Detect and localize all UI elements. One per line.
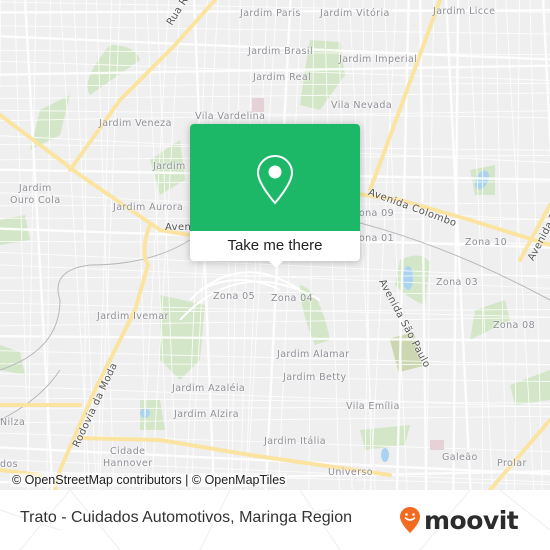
footer-bar: Trato - Cuidados Automotivos, Maringa Re…	[0, 490, 550, 550]
map-label-jardim-vitoria: Jardim Vitória	[320, 8, 390, 19]
map-label-jardim-real: Jardim Real	[253, 72, 312, 83]
map-label-jardim-azaleia: Jardim Azaléia	[172, 383, 246, 394]
map-label-nilza: Nilza	[0, 417, 26, 428]
map-label-cidade-hannover: Cidade Hannover	[103, 446, 153, 469]
map-label-zona-08: Zona 08	[493, 320, 536, 331]
map-label-jardim-betty: Jardim Betty	[283, 372, 347, 383]
map-label-dos: dos	[0, 459, 18, 470]
location-popup[interactable]: Take me there	[190, 124, 360, 268]
road-label-avenida-partial: Aven	[165, 222, 192, 233]
map-label-vila-vardelina: Vila Vardelina	[195, 111, 266, 122]
place-title: Trato - Cuidados Automotivos, Maringa Re…	[20, 509, 353, 526]
map-label-universo: Universo	[328, 467, 373, 478]
map-label-jardim-veneza: Jardim Veneza	[99, 118, 172, 129]
map-label-jardim: Jardim	[153, 161, 186, 172]
map-attribution[interactable]: © OpenStreetMap contributors | © OpenMap…	[10, 473, 288, 487]
map-label-prolar: Prolar	[497, 458, 527, 469]
map-label-jardim-imperial: Jardim Imperial	[339, 54, 418, 65]
take-me-there-button[interactable]: Take me there	[190, 231, 360, 261]
map-label-jardim-paris: Jardim Paris	[240, 8, 301, 19]
popup-pointer	[268, 260, 284, 268]
map-pin-icon	[256, 154, 294, 205]
moovit-logo[interactable]: moovit	[399, 505, 519, 535]
map-label-vila-nevada: Vila Nevada	[331, 100, 393, 111]
map-label-zona-03: Zona 03	[436, 277, 479, 288]
map-label-zona-04: Zona 04	[271, 293, 314, 304]
map-label-jardim-ivemar: Jardim Ivemar	[97, 311, 169, 322]
map-canvas[interactable]: Jardim Paris Jardim Vitória Jardim Licce…	[0, 0, 550, 490]
map-label-jardim-italia: Jardim Itália	[264, 436, 326, 447]
landmark-building-2	[430, 440, 444, 450]
map-label-jardim-brasil: Jardim Brasil	[248, 46, 313, 57]
map-label-zona-10: Zona 10	[465, 237, 508, 248]
map-label-vila-emilia: Vila Emília	[346, 401, 400, 412]
landmark-building	[252, 98, 264, 112]
moovit-wordmark: moovit	[424, 505, 519, 535]
map-label-jardim-aurora: Jardim Aurora	[113, 202, 184, 213]
map-label-galeao: Galeão	[442, 452, 478, 463]
map-label-jardim-alzira: Jardim Alzira	[174, 409, 239, 420]
moovit-smiley-pin-icon	[400, 507, 420, 533]
map-label-jardim-licce: Jardim Licce	[433, 6, 496, 17]
railway-branch	[0, 369, 61, 421]
popup-header	[190, 124, 360, 231]
map-label-jardim-ouro-cola: Jardim Ouro Cola	[10, 183, 61, 206]
map-label-jardim-alamar: Jardim Alamar	[277, 349, 350, 360]
map-label-zona-05: Zona 05	[213, 291, 256, 302]
